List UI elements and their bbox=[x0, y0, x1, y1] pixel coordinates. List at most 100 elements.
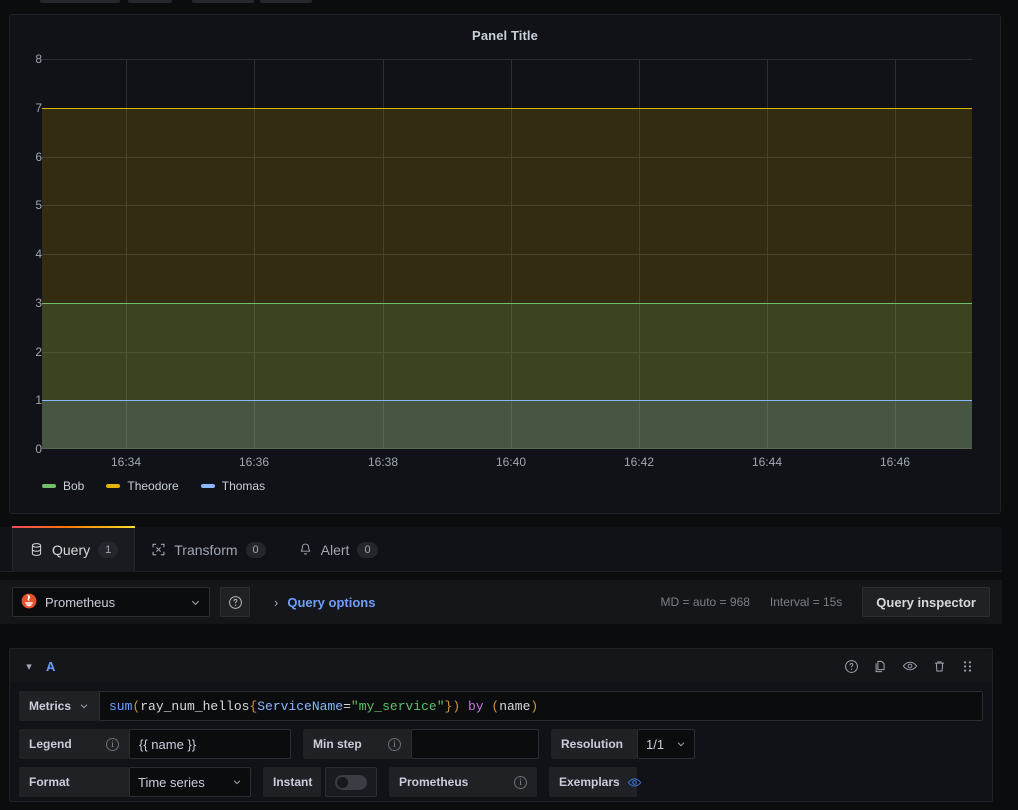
series-line bbox=[42, 302, 972, 304]
promql-token: ( bbox=[132, 698, 141, 714]
tab-transform[interactable]: Transform 0 bbox=[135, 527, 281, 572]
x-axis-tick-label: 16:40 bbox=[495, 455, 527, 469]
info-icon[interactable]: i bbox=[106, 737, 119, 751]
legend-color-swatch bbox=[106, 484, 121, 488]
resolution-select[interactable]: 1/1 bbox=[637, 729, 695, 759]
info-icon[interactable]: i bbox=[388, 737, 401, 751]
promql-token: = bbox=[343, 698, 351, 714]
series-line bbox=[42, 107, 972, 109]
resolution-label-text: Resolution bbox=[561, 737, 623, 751]
format-label-text: Format bbox=[29, 775, 70, 789]
drag-handle-icon[interactable] bbox=[961, 659, 974, 674]
metrics-label: Metrics bbox=[29, 699, 72, 713]
cropped-toolbar-chip bbox=[192, 0, 254, 3]
y-axis-tick-label: 3 bbox=[35, 295, 42, 310]
y-axis-tick-label: 0 bbox=[35, 442, 42, 456]
legend-item[interactable]: Thomas bbox=[200, 479, 265, 493]
query-editor-row-header: ▾ A bbox=[10, 649, 992, 683]
editor-tab-bar: Query 1 Transform 0 Alert 0 bbox=[0, 526, 1002, 572]
chevron-down-icon[interactable]: ▾ bbox=[18, 660, 40, 673]
help-circle-icon bbox=[228, 595, 242, 609]
promql-token: by bbox=[467, 698, 484, 714]
tab-query[interactable]: Query 1 bbox=[12, 526, 136, 572]
promql-token bbox=[460, 699, 468, 714]
bell-icon bbox=[298, 542, 313, 557]
promql-token: { bbox=[249, 698, 258, 714]
datasource-picker[interactable]: Prometheus bbox=[12, 587, 210, 617]
datasource-help-button[interactable] bbox=[220, 587, 250, 617]
metrics-mode-dropdown[interactable]: Metrics bbox=[19, 691, 99, 721]
promql-token: ) bbox=[452, 698, 461, 714]
gridline-horizontal bbox=[42, 59, 972, 60]
eye-icon bbox=[627, 775, 642, 790]
y-axis-tick-label: 4 bbox=[35, 247, 42, 261]
tab-count-badge: 0 bbox=[245, 541, 266, 558]
query-editor-row: ▾ A Metrics sum (ray_num_hellos {Servi… bbox=[9, 648, 993, 802]
promql-token: ServiceName bbox=[257, 698, 344, 714]
format-select[interactable]: Time series bbox=[129, 767, 251, 797]
info-icon[interactable]: i bbox=[514, 775, 527, 789]
promql-token: sum bbox=[109, 698, 133, 714]
exemplars-label-text: Exemplars bbox=[559, 775, 620, 789]
tab-count-badge: 0 bbox=[357, 541, 378, 558]
min-step-field-label: Min step i bbox=[303, 729, 411, 759]
tab-count-badge: 1 bbox=[98, 541, 119, 558]
prometheus-icon bbox=[21, 593, 37, 612]
y-axis-tick-label: 6 bbox=[35, 149, 42, 164]
y-axis: 0 1 2 3 4 5 6 7 8 bbox=[10, 52, 42, 456]
prometheus-field-label: Prometheus i bbox=[389, 767, 537, 797]
legend-series-label: Bob bbox=[63, 479, 85, 493]
y-axis-tick-label: 8 bbox=[35, 52, 42, 66]
query-meta-interval: Interval = 15s bbox=[769, 595, 843, 609]
cropped-toolbar-chip bbox=[128, 0, 172, 3]
instant-toggle[interactable] bbox=[325, 767, 377, 797]
query-options-bar: Prometheus › Query options MD = auto = 9… bbox=[0, 580, 1002, 624]
delete-trash-icon[interactable] bbox=[932, 659, 947, 674]
toggle-visibility-eye-icon[interactable] bbox=[902, 658, 918, 674]
promql-token: name bbox=[499, 698, 531, 714]
legend-field-label: Legend i bbox=[19, 729, 129, 759]
promql-expression-input[interactable]: sum(ray_num_hellos{ServiceName = "my_servi… bbox=[99, 691, 983, 721]
query-options-toggle[interactable]: › Query options bbox=[274, 595, 375, 610]
legend-label-text: Legend bbox=[29, 737, 72, 751]
resolution-value: 1/1 bbox=[646, 736, 665, 752]
cropped-toolbar-chip bbox=[260, 0, 312, 3]
datasource-name: Prometheus bbox=[45, 594, 116, 610]
help-circle-icon[interactable] bbox=[844, 659, 859, 674]
y-axis-tick-label: 5 bbox=[35, 198, 42, 213]
min-step-input[interactable] bbox=[411, 729, 539, 759]
transform-icon bbox=[151, 542, 166, 557]
legend-color-swatch bbox=[200, 484, 215, 488]
chevron-down-icon bbox=[233, 780, 241, 785]
legend-item[interactable]: Bob bbox=[42, 479, 84, 493]
y-axis-tick-label: 2 bbox=[35, 344, 42, 359]
query-inspector-button[interactable]: Query inspector bbox=[862, 587, 990, 617]
series-line bbox=[42, 400, 972, 402]
instant-field-label: Instant bbox=[263, 767, 321, 797]
promql-token bbox=[484, 699, 492, 714]
promql-token: ray_num_hellos bbox=[140, 698, 250, 714]
visualization-panel: Panel Title 012345678 16:34 16:36 16:38 16:… bbox=[9, 14, 1001, 514]
tab-alert[interactable]: Alert 0 bbox=[282, 527, 394, 572]
legend-color-swatch bbox=[42, 484, 56, 488]
chart-legend: Bob Theodore Thomas bbox=[42, 479, 287, 493]
x-axis-tick-label: 16:34 bbox=[110, 455, 142, 469]
exemplars-toggle[interactable]: Exemplars bbox=[549, 767, 641, 797]
tab-label: Alert bbox=[320, 541, 350, 558]
toggle-knob bbox=[337, 776, 348, 788]
x-axis-tick-label: 16:46 bbox=[879, 455, 911, 469]
legend-input[interactable]: {{ name }} bbox=[129, 729, 291, 759]
tab-label: Query bbox=[52, 541, 91, 558]
plot-area[interactable] bbox=[42, 59, 972, 449]
promql-token: ) bbox=[530, 698, 539, 714]
y-axis-tick-label: 1 bbox=[35, 393, 42, 408]
promql-token: } bbox=[444, 698, 453, 714]
promql-token: ( bbox=[491, 698, 500, 714]
query-ref-id[interactable]: A bbox=[46, 659, 55, 674]
duplicate-query-icon[interactable] bbox=[873, 659, 888, 674]
legend-item[interactable]: Theodore bbox=[106, 479, 179, 493]
cropped-toolbar-chip bbox=[40, 0, 120, 3]
chevron-down-icon bbox=[677, 742, 685, 747]
cropped-toolbar-strip bbox=[0, 0, 1018, 4]
format-field-label: Format bbox=[19, 767, 129, 797]
